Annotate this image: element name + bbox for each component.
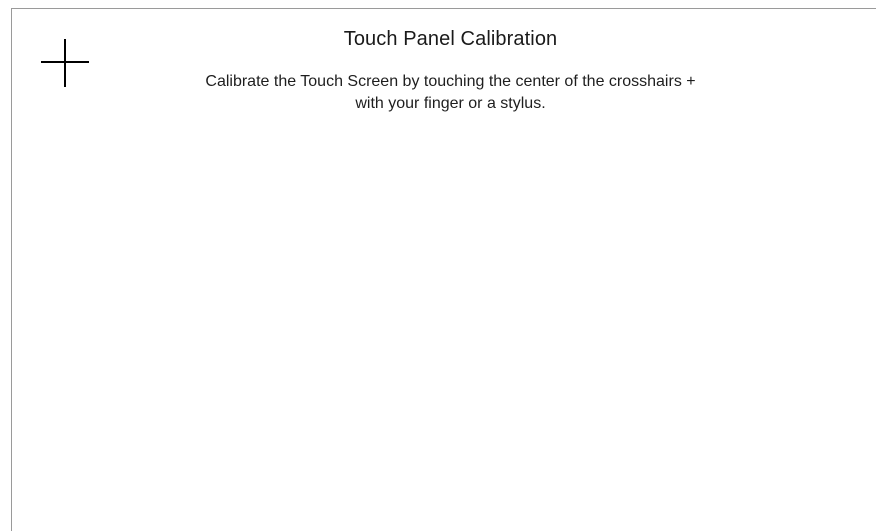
crosshair-icon[interactable] <box>41 39 89 87</box>
calibration-instructions: Calibrate the Touch Screen by touching t… <box>150 71 751 115</box>
calibration-screen: Touch Panel Calibration Calibrate the To… <box>0 0 876 531</box>
instructions-line-2: with your finger or a stylus. <box>355 95 546 112</box>
instructions-line-1: Calibrate the Touch Screen by touching t… <box>205 73 696 90</box>
page-title: Touch Panel Calibration <box>343 28 558 50</box>
crosshair-vertical-line <box>64 39 66 87</box>
